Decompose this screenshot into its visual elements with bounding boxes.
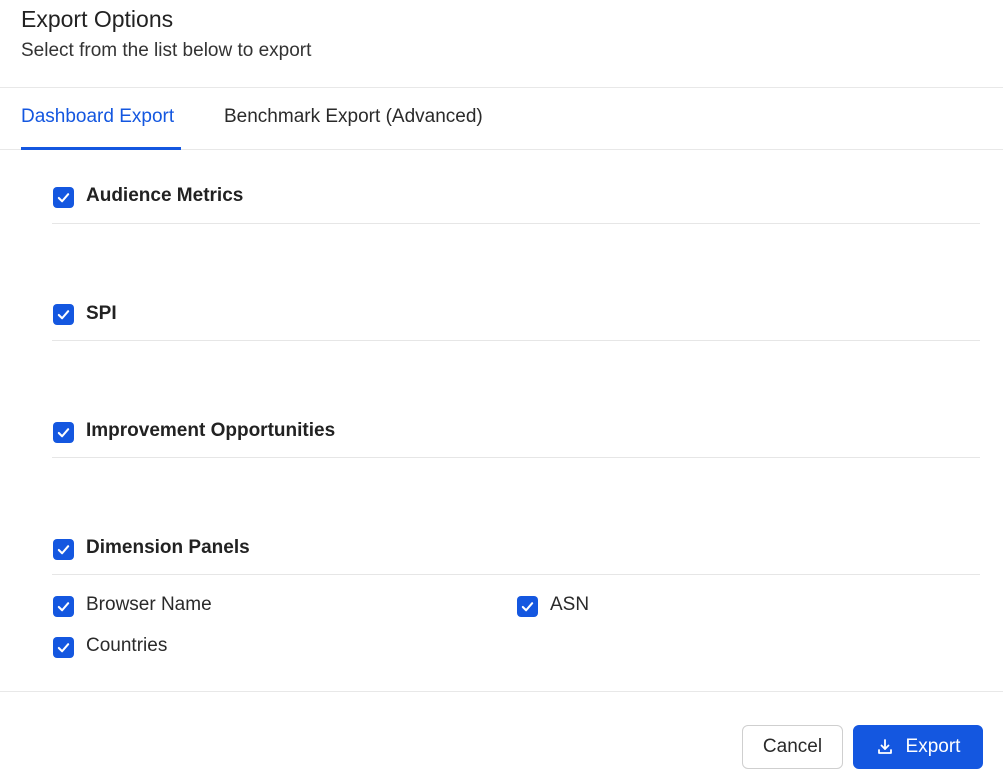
browser-name-checkbox[interactable] (53, 596, 74, 617)
download-icon (876, 738, 894, 756)
footer-divider (0, 691, 1003, 692)
tab-dashboard-export[interactable]: Dashboard Export (21, 106, 174, 128)
section-divider (52, 574, 980, 575)
dialog-header: Export Options Select from the list belo… (0, 0, 1003, 88)
audience-metrics-checkbox[interactable] (53, 187, 74, 208)
section-divider (52, 457, 980, 458)
dialog-subtitle: Select from the list below to export (21, 40, 312, 61)
dimension-panels-label: Dimension Panels (86, 537, 250, 558)
export-button-label: Export (905, 736, 961, 757)
check-icon (521, 602, 534, 612)
section-divider (52, 340, 980, 341)
cancel-button[interactable]: Cancel (742, 725, 843, 769)
improvement-opportunities-label: Improvement Opportunities (86, 420, 336, 441)
active-tab-indicator (21, 147, 181, 150)
check-icon (57, 545, 70, 555)
audience-metrics-label: Audience Metrics (86, 185, 244, 206)
section-divider (52, 223, 980, 224)
check-icon (57, 428, 70, 438)
dialog-title: Export Options (21, 6, 174, 32)
spi-label: SPI (86, 303, 117, 324)
check-icon (57, 643, 70, 653)
cancel-button-label: Cancel (762, 736, 823, 757)
dimension-panels-checkbox[interactable] (53, 539, 74, 560)
check-icon (57, 193, 70, 203)
tab-benchmark-export[interactable]: Benchmark Export (Advanced) (224, 106, 483, 128)
countries-label: Countries (86, 635, 168, 656)
check-icon (57, 310, 70, 320)
spi-checkbox[interactable] (53, 304, 74, 325)
countries-checkbox[interactable] (53, 637, 74, 658)
check-icon (57, 602, 70, 612)
tab-bar: Dashboard Export Benchmark Export (Advan… (0, 88, 1003, 150)
export-button[interactable]: Export (853, 725, 983, 769)
asn-label: ASN (550, 594, 590, 615)
browser-name-label: Browser Name (86, 594, 212, 615)
asn-checkbox[interactable] (517, 596, 538, 617)
improvement-opportunities-checkbox[interactable] (53, 422, 74, 443)
export-options-dialog: Export Options Select from the list belo… (0, 0, 1003, 774)
